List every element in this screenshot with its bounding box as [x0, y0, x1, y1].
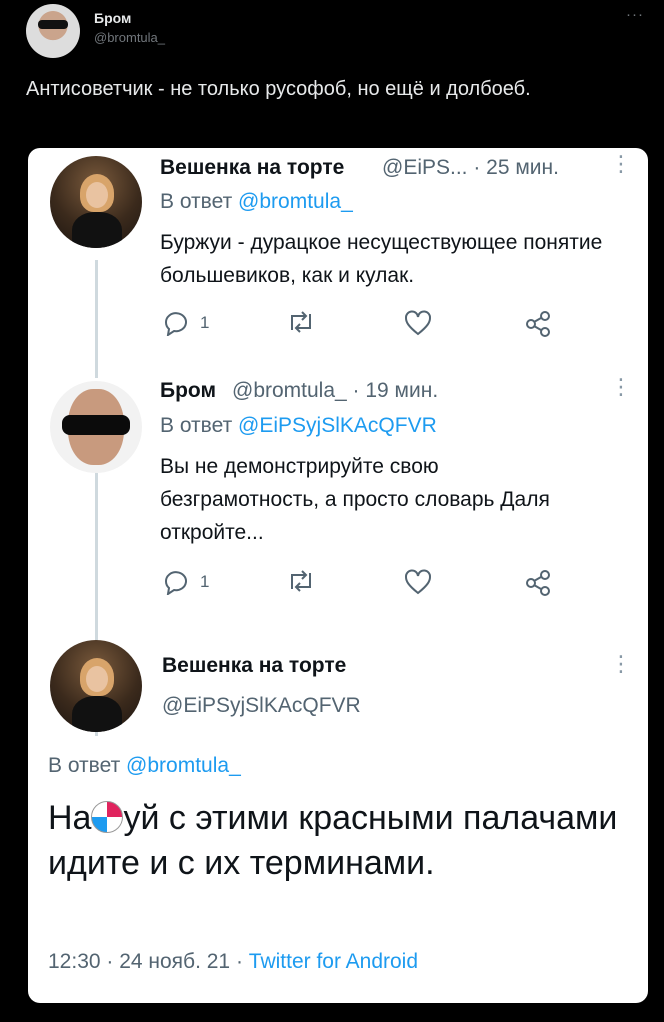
censor-sticker-icon [91, 801, 124, 833]
reply-action: 1 [162, 310, 209, 336]
main-author-name: Вешенка на торте [162, 654, 347, 677]
like-icon [405, 569, 431, 595]
share-action [524, 569, 552, 597]
author-avatar[interactable] [26, 4, 80, 58]
retweet-icon [291, 570, 311, 592]
thread-line [95, 473, 98, 608]
main-tweet-text: На уй с этими красными палачами идите и с… [48, 799, 618, 882]
tweet-handle-time: @EiPS... · 25 мин. [382, 156, 559, 179]
attached-screenshot[interactable]: Вешенка на торте @EiPS... · 25 мин. ⋮ В … [28, 148, 648, 1003]
reply-action: 1 [162, 569, 209, 595]
like-action [404, 310, 432, 336]
like-action [404, 569, 432, 595]
avatar [50, 640, 142, 732]
retweet-action [286, 569, 316, 593]
retweet-action [286, 310, 316, 334]
author-handle[interactable]: @bromtula_ [94, 30, 165, 45]
kebab-icon: ⋮ [610, 151, 632, 176]
sunglasses-graphic [38, 20, 68, 29]
tweet-actions: 1 [162, 569, 582, 599]
avatar [50, 156, 142, 248]
tweet-author-name: Бром [160, 379, 217, 402]
kebab-icon: ⋮ [610, 374, 632, 399]
author-name[interactable]: Бром [94, 10, 131, 26]
tweet-actions: 1 [162, 310, 582, 340]
avatar [50, 381, 142, 473]
tweet-timestamp: 12:30 · 24 нояб. 21 · Twitter for Androi… [48, 950, 419, 973]
reply-icon [165, 571, 187, 595]
reply-context: В ответ @bromtula_ [48, 754, 241, 777]
share-action [524, 310, 552, 338]
reply-context: В ответ @bromtula_ [160, 190, 353, 213]
retweet-icon [291, 311, 311, 333]
tweet-author-name: Вешенка на торте [160, 156, 345, 179]
reply-context: В ответ @EiPSyjSlKAcQFVR [160, 414, 437, 437]
thread-line [95, 260, 98, 378]
main-author-handle: @EiPSyjSlKAcQFVR [162, 694, 361, 717]
post-text: Антисоветчик - не только русофоб, но ещё… [26, 78, 531, 100]
reply-icon [165, 312, 187, 336]
kebab-icon: ⋮ [610, 651, 632, 676]
tweet-text: Буржуи - дурацкое несуществующее понятие… [160, 231, 603, 287]
share-icon [526, 311, 550, 337]
more-options-icon[interactable]: ··· [626, 6, 644, 23]
tweet-text: Вы не демонстрируйте свою безграмотность… [160, 455, 550, 544]
share-icon [526, 570, 550, 596]
like-icon [405, 310, 431, 336]
tweet-handle-time: @bromtula_ · 19 мин. [232, 379, 439, 402]
